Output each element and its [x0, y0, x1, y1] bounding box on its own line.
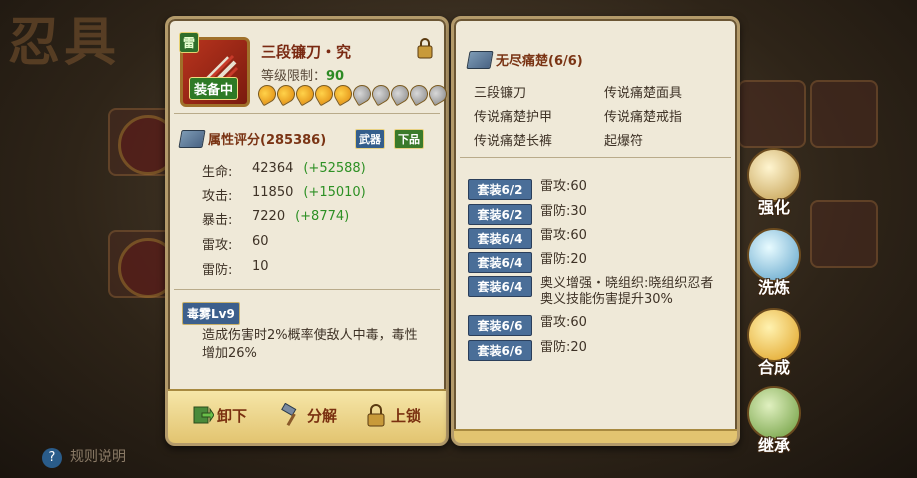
set-piece: 传说痛楚护甲	[474, 110, 553, 125]
set-piece: 传说痛楚面具	[604, 86, 683, 101]
divider	[174, 289, 440, 290]
set-bonus-row: 套装6/4 奥义增强・晓组织:晓组织忍者奥义技能伤害提升30%	[468, 276, 720, 308]
lock-label: 上锁	[391, 406, 422, 425]
attribute-header: 属性评分(285386)	[178, 129, 327, 148]
stat-row: 雷防: 10	[202, 259, 269, 278]
item-name: 三段镰刀・究	[261, 43, 352, 61]
decompose-label: 分解	[307, 406, 338, 425]
set-bonus-tag: 套装6/2	[468, 179, 532, 200]
star-rating	[254, 81, 451, 107]
set-bonus-row: 套装6/2 雷攻:60	[468, 179, 720, 200]
stat-bonus: (+52588)	[303, 161, 366, 176]
refine-button[interactable]: 洗炼	[742, 228, 806, 298]
rules-label: 规则说明	[70, 449, 126, 465]
set-bonus-panel: 无尽痛楚(6/6) 三段镰刀 传说痛楚面具 传说痛楚护甲 传说痛楚戒指 传说痛楚…	[451, 16, 740, 446]
set-bonus-tag: 套装6/4	[468, 252, 532, 273]
set-bonus-row: 套装6/4 雷攻:60	[468, 228, 720, 249]
synthesize-label: 合成	[757, 358, 790, 377]
stat-value: 10	[252, 259, 269, 274]
set-piece: 传说痛楚戒指	[604, 110, 683, 125]
attribute-score: 属性评分(285386)	[208, 133, 327, 148]
element-badge: 雷	[179, 32, 200, 53]
stat-label: 攻击:	[202, 189, 233, 204]
stat-label: 生命:	[202, 165, 233, 180]
item-detail-panel: 雷 装备中 三段镰刀・究 等级限制：90 属性评分(285386) 武器 下品 …	[165, 16, 451, 446]
set-piece: 传说痛楚长裤	[474, 134, 553, 149]
set-bonus-text: 雷攻:60	[540, 315, 587, 330]
stat-value: 60	[252, 234, 269, 249]
set-bonus-text: 奥义增强・晓组织:晓组织忍者奥义技能伤害提升30%	[540, 276, 714, 307]
lock-button[interactable]: 上锁	[364, 403, 421, 427]
question-icon: ?	[42, 448, 62, 468]
set-piece: 起爆符	[604, 134, 644, 149]
rules-link[interactable]: ? 规则说明	[8, 446, 126, 468]
set-header: 无尽痛楚(6/6)	[466, 50, 583, 69]
strengthen-button[interactable]: 强化	[742, 148, 806, 218]
set-piece: 三段镰刀	[474, 86, 527, 101]
star-empty-icon	[425, 81, 451, 107]
stat-bonus: (+15010)	[303, 185, 366, 200]
divider	[174, 113, 440, 114]
unequip-button[interactable]: 卸下	[190, 403, 247, 427]
stat-value: 7220	[252, 209, 286, 224]
stat-value: 11850	[252, 185, 294, 200]
background-slot	[738, 80, 806, 148]
set-bonus-text: 雷攻:60	[540, 228, 587, 243]
set-title: 无尽痛楚(6/6)	[496, 54, 583, 69]
level-requirement: 等级限制：90	[261, 65, 344, 84]
set-bonus-text: 雷攻:60	[540, 179, 587, 194]
book-icon	[466, 50, 494, 69]
divider	[460, 157, 731, 158]
set-bonus-row: 套装6/4 雷防:20	[468, 252, 720, 273]
stat-label: 雷防:	[202, 263, 233, 278]
strengthen-label: 强化	[757, 198, 790, 217]
equipped-badge: 装备中	[189, 77, 239, 100]
item-icon: 雷 装备中	[179, 32, 250, 107]
set-bonus-tag: 套装6/6	[468, 340, 532, 361]
decompose-button[interactable]: 分解	[280, 403, 337, 427]
panel-footer	[454, 429, 737, 443]
stat-row: 攻击: 11850 (+15010)	[202, 185, 366, 204]
inherit-button[interactable]: 继承	[742, 386, 806, 456]
set-bonus-tag: 套装6/4	[468, 228, 532, 249]
background-slot	[810, 80, 878, 148]
set-bonus-row: 套装6/2 雷防:30	[468, 204, 720, 225]
inherit-label: 继承	[757, 436, 790, 455]
set-bonus-text: 雷防:20	[540, 252, 587, 267]
set-bonus-row: 套装6/6 雷防:20	[468, 340, 720, 361]
background-slot	[810, 200, 878, 268]
set-bonus-tag: 套装6/2	[468, 204, 532, 225]
level-label: 等级限制：	[261, 69, 327, 84]
refine-label: 洗炼	[757, 278, 790, 297]
action-bar: 卸下 分解 上锁	[168, 389, 446, 443]
stat-label: 暴击:	[202, 213, 233, 228]
set-bonus-row: 套装6/6 雷攻:60	[468, 315, 720, 336]
grade-tag: 下品	[394, 129, 424, 149]
set-bonus-text: 雷防:20	[540, 340, 587, 355]
set-bonus-tag: 套装6/4	[468, 276, 532, 297]
stat-row: 暴击: 7220 (+8774)	[202, 209, 349, 228]
synthesize-button[interactable]: 合成	[742, 308, 806, 378]
level-value: 90	[326, 69, 345, 84]
stat-label: 雷攻:	[202, 238, 233, 253]
set-bonus-tag: 套装6/6	[468, 315, 532, 336]
unequip-icon	[193, 406, 214, 424]
skill-name: 毒雾Lv9	[182, 302, 240, 325]
weapon-tag: 武器	[355, 129, 385, 149]
lock-icon[interactable]	[416, 37, 434, 63]
hammer-icon	[281, 403, 297, 427]
background-title: 忍具	[8, 12, 121, 73]
stat-value: 42364	[252, 161, 294, 176]
stat-row: 生命: 42364 (+52588)	[202, 161, 366, 180]
book-icon	[178, 129, 206, 148]
set-bonus-text: 雷防:30	[540, 204, 587, 219]
unequip-label: 卸下	[217, 406, 248, 425]
stat-bonus: (+8774)	[295, 209, 350, 224]
lock-icon	[367, 404, 385, 427]
skill-description: 造成伤害时2%概率使敌人中毒，毒性增加26%	[202, 328, 418, 361]
stat-row: 雷攻: 60	[202, 234, 269, 253]
